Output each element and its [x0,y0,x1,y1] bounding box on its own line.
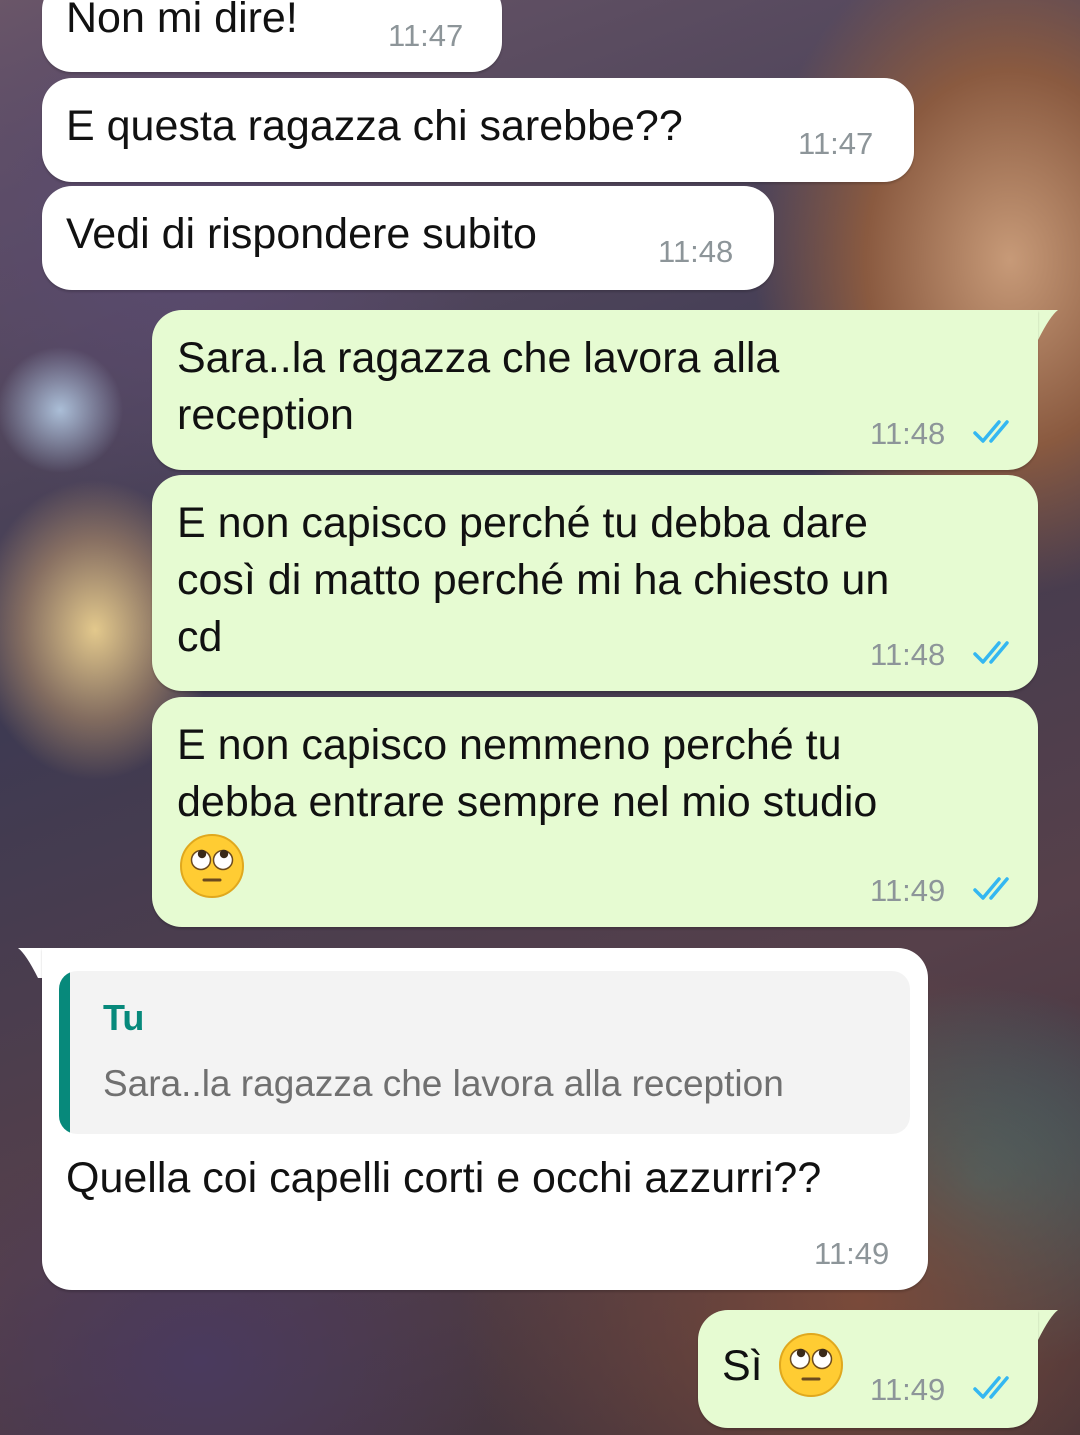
message-text: Quella coi capelli corti e occhi azzurri… [66,1154,822,1202]
message-outgoing[interactable]: E non capisco perché tu debba dare così … [152,475,1038,691]
message-time: 11:48 [870,416,946,451]
message-incoming[interactable]: E questa ragazza chi sarebbe?? 11:47 [42,78,914,182]
message-outgoing[interactable]: E non capisco nemmeno perché tu debba en… [152,697,1038,927]
message-text-line: reception [177,391,354,439]
message-text: Vedi di rispondere subito [66,210,537,258]
message-text-line: debba entrare sempre nel mio studio [177,778,878,826]
message-outgoing[interactable]: Sara..la ragazza che lavora alla recepti… [152,310,1038,470]
message-incoming[interactable]: Vedi di rispondere subito 11:48 [42,186,774,290]
message-text-line: cd [177,613,223,661]
message-time: 11:47 [798,126,874,161]
message-incoming[interactable]: Non mi dire! 11:47 [42,0,502,72]
quote-accent-bar [59,971,70,1134]
quoted-message[interactable]: Tu Sara..la ragazza che lavora alla rece… [59,971,910,1134]
message-text-line: E non capisco perché tu debba dare [177,499,868,547]
message-time: 11:49 [814,1236,890,1271]
message-time: 11:47 [388,18,464,53]
message-text: E questa ragazza chi sarebbe?? [66,102,683,150]
chat-message-list[interactable]: Non mi dire! 11:47 E questa ragazza chi … [0,0,1080,1435]
read-receipt-icon [973,641,1009,664]
rolling-eyes-emoji-icon [779,1333,843,1397]
message-incoming-reply[interactable]: Tu Sara..la ragazza che lavora alla rece… [42,948,928,1290]
message-text-line: Sara..la ragazza che lavora alla [177,334,780,382]
rolling-eyes-emoji-icon [180,834,244,898]
message-text-line: E non capisco nemmeno perché tu [177,721,842,769]
quoted-text: Sara..la ragazza che lavora alla recepti… [103,1063,784,1104]
read-receipt-icon [973,1376,1009,1399]
message-text: Sì [722,1342,763,1390]
message-time: 11:48 [870,637,946,672]
message-time: 11:49 [870,873,946,908]
read-receipt-icon [973,877,1009,900]
message-time: 11:49 [870,1372,946,1407]
message-text-line: così di matto perché mi ha chiesto un [177,556,890,604]
message-text: Non mi dire! [66,0,298,42]
quoted-author: Tu [103,997,145,1038]
message-outgoing[interactable]: Sì 11:49 [698,1310,1038,1428]
message-time: 11:48 [658,234,734,269]
read-receipt-icon [973,420,1009,443]
